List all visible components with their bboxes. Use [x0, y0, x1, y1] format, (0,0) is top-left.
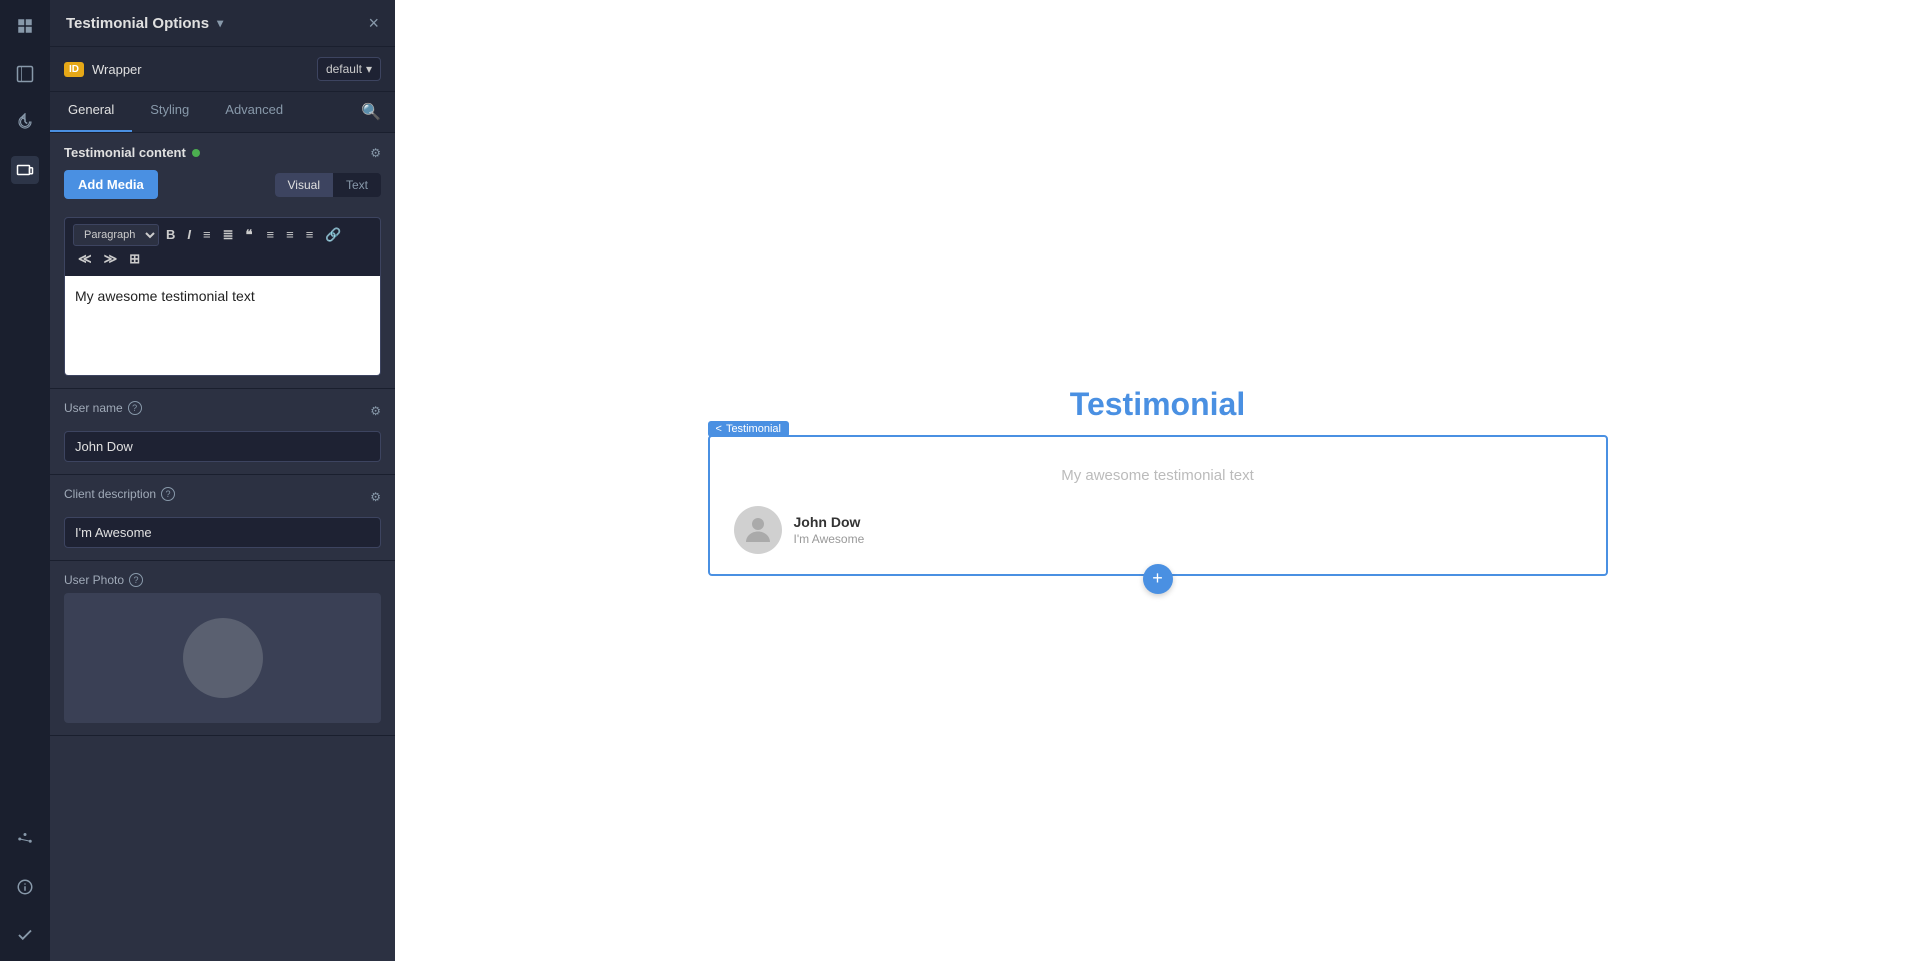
- indent-more-button[interactable]: ≫: [99, 248, 123, 270]
- section-header: Testimonial content ⚙: [64, 145, 381, 160]
- sidebar: [0, 0, 50, 961]
- user-photo-info-icon[interactable]: ?: [129, 573, 143, 587]
- client-description-info-icon[interactable]: ?: [161, 487, 175, 501]
- active-dot: [192, 149, 200, 157]
- responsive-icon[interactable]: [11, 156, 39, 184]
- canvas-content: Testimonial < Testimonial My awesome tes…: [708, 386, 1608, 576]
- client-description-section: Client description ? ⚙: [50, 475, 395, 561]
- user-name-input[interactable]: [64, 431, 381, 462]
- section-settings-icon[interactable]: ⚙: [370, 146, 381, 160]
- tab-styling[interactable]: Styling: [132, 92, 207, 132]
- bold-button[interactable]: B: [161, 224, 180, 246]
- filter-icon[interactable]: [11, 825, 39, 853]
- unordered-list-button[interactable]: ≡: [198, 224, 216, 246]
- ordered-list-button[interactable]: ≣: [218, 224, 239, 246]
- search-tab-icon[interactable]: 🔍: [347, 92, 395, 132]
- dashboard-icon[interactable]: [11, 12, 39, 40]
- align-center-button[interactable]: ≡: [281, 224, 299, 246]
- italic-button[interactable]: I: [182, 224, 196, 246]
- pages-icon[interactable]: [11, 60, 39, 88]
- visual-tab[interactable]: Visual: [275, 173, 333, 197]
- testimonial-wrapper: < Testimonial My awesome testimonial tex…: [708, 435, 1608, 576]
- wrapper-row: ID Wrapper default ▾: [50, 47, 395, 92]
- panel-header: Testimonial Options ▾ ×: [50, 0, 395, 47]
- testimonial-author-info: John Dow I'm Awesome: [794, 514, 865, 546]
- blockquote-button[interactable]: ❝: [241, 224, 258, 246]
- testimonial-card-author: John Dow I'm Awesome: [734, 506, 1582, 554]
- tab-general[interactable]: General: [50, 92, 132, 132]
- text-tab[interactable]: Text: [333, 173, 381, 197]
- panel-title-text: Testimonial Options: [66, 15, 209, 32]
- info-sidebar-icon[interactable]: [11, 873, 39, 901]
- add-media-button[interactable]: Add Media: [64, 170, 158, 199]
- testimonial-badge-text: Testimonial: [726, 423, 781, 435]
- client-description-input[interactable]: [64, 517, 381, 548]
- testimonial-content-section: Testimonial content ⚙ Add Media Visual T…: [50, 133, 395, 389]
- tabs-row: General Styling Advanced 🔍: [50, 92, 395, 133]
- user-name-header: User name ? ⚙: [64, 401, 381, 421]
- table-button[interactable]: ⊞: [124, 248, 145, 270]
- editor-area[interactable]: My awesome testimonial text: [64, 276, 381, 376]
- testimonial-name: John Dow: [794, 514, 865, 530]
- client-description-header: Client description ? ⚙: [64, 487, 381, 507]
- section-title: Testimonial content: [64, 145, 200, 160]
- canvas-title: Testimonial: [1070, 386, 1245, 423]
- visual-text-toggle: Visual Text: [275, 173, 381, 197]
- options-panel: Testimonial Options ▾ × ID Wrapper defau…: [50, 0, 395, 961]
- media-toggle-row: Add Media Visual Text: [64, 170, 381, 209]
- tab-advanced[interactable]: Advanced: [207, 92, 301, 132]
- section-actions: ⚙: [370, 146, 381, 160]
- user-name-settings-icon[interactable]: ⚙: [370, 404, 381, 418]
- panel-title-chevron: ▾: [217, 16, 223, 30]
- align-left-button[interactable]: ≡: [262, 224, 280, 246]
- user-photo-placeholder: [183, 618, 263, 698]
- align-right-button[interactable]: ≡: [301, 224, 319, 246]
- user-photo-section: User Photo ?: [50, 561, 395, 736]
- indent-less-button[interactable]: ≪: [73, 248, 97, 270]
- wrapper-select-value: default: [326, 62, 362, 76]
- wrapper-badge: ID: [64, 62, 84, 77]
- editor-content: My awesome testimonial text: [75, 288, 255, 304]
- user-name-info-icon[interactable]: ?: [128, 401, 142, 415]
- user-name-label: User name ?: [64, 401, 142, 415]
- client-description-settings-icon[interactable]: ⚙: [370, 490, 381, 504]
- check-sidebar-icon[interactable]: [11, 921, 39, 949]
- testimonial-add-button[interactable]: +: [1143, 564, 1173, 594]
- testimonial-card-text: My awesome testimonial text: [734, 457, 1582, 494]
- client-description-label: Client description ?: [64, 487, 175, 501]
- user-photo-label: User Photo ?: [64, 573, 381, 587]
- wrapper-select[interactable]: default ▾: [317, 57, 381, 81]
- testimonial-avatar: [734, 506, 782, 554]
- testimonial-card: My awesome testimonial text John Dow I'm…: [708, 435, 1608, 576]
- user-photo-area[interactable]: [64, 593, 381, 723]
- editor-toolbar: Paragraph Heading 1 Heading 2 B I ≡ ≣ ❝ …: [64, 217, 381, 276]
- wrapper-label: Wrapper: [92, 62, 309, 77]
- main-canvas: Testimonial < Testimonial My awesome tes…: [395, 0, 1920, 961]
- testimonial-badge-chevron: <: [716, 423, 722, 435]
- link-button[interactable]: 🔗: [320, 224, 346, 246]
- testimonial-desc: I'm Awesome: [794, 532, 865, 546]
- wrapper-select-chevron: ▾: [366, 62, 372, 76]
- user-name-section: User name ? ⚙: [50, 389, 395, 475]
- history-icon[interactable]: [11, 108, 39, 136]
- paragraph-select[interactable]: Paragraph Heading 1 Heading 2: [73, 224, 159, 246]
- panel-close-button[interactable]: ×: [368, 14, 379, 32]
- avatar-icon: [740, 512, 776, 548]
- panel-title-button[interactable]: Testimonial Options ▾: [66, 15, 223, 32]
